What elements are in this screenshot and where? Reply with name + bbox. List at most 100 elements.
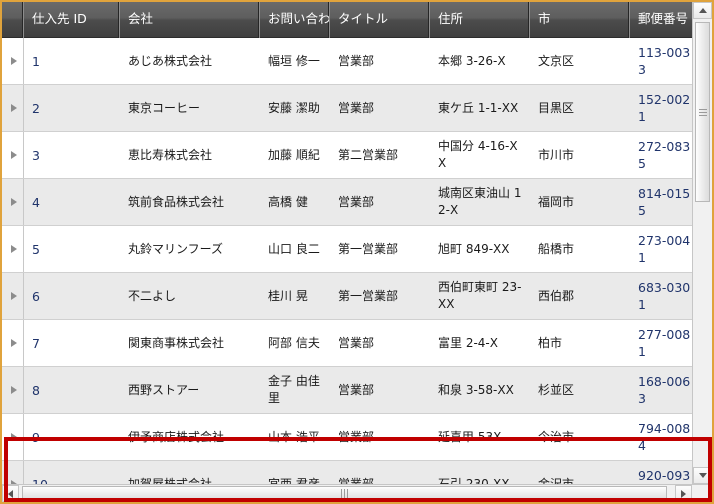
column-header-company[interactable]: 会社 [120, 2, 260, 38]
cell-city[interactable]: 今治市 [530, 414, 630, 460]
column-header-contact[interactable]: お問い合わせ先 [260, 2, 330, 38]
cell-address[interactable]: 中国分 4-16-XX [430, 132, 530, 178]
column-header-title[interactable]: タイトル [330, 2, 430, 38]
play-triangle-icon[interactable] [10, 57, 17, 65]
cell-address[interactable]: 和泉 3-58-XX [430, 367, 530, 413]
cell-city[interactable]: 西伯郡 [530, 273, 630, 319]
play-triangle-icon[interactable] [10, 339, 17, 347]
vertical-scrollbar-thumb[interactable] [695, 22, 710, 202]
cell-contact[interactable]: 高橋 健 [260, 179, 330, 225]
cell-address[interactable]: 城南区東油山 12-X [430, 179, 530, 225]
scroll-left-button[interactable] [2, 485, 19, 502]
cell-supplier_id[interactable]: 4 [24, 179, 120, 225]
cell-supplier_id[interactable]: 5 [24, 226, 120, 272]
table-row[interactable]: 2 東京コーヒー 安藤 潔助 営業部 東ケ丘 1-1-XX 目黒区 152-0021 [2, 85, 712, 132]
play-triangle-icon[interactable] [10, 151, 17, 159]
cell-city[interactable]: 文京区 [530, 38, 630, 84]
cell-address[interactable]: 旭町 849-XX [430, 226, 530, 272]
column-header-row: 仕入先 ID会社お問い合わせ先タイトル住所市郵便番号 [2, 2, 712, 38]
table-row[interactable]: 9 伊予商店株式会社 山本 浩平 営業部 延喜甲 53X 今治市 794-0084 [2, 414, 712, 461]
cell-address[interactable]: 延喜甲 53X [430, 414, 530, 460]
table-row[interactable]: 4 筑前食品株式会社 高橋 健営業部 城南区東油山 12-X 福岡市 814-0155 [2, 179, 712, 226]
vertical-scrollbar[interactable] [692, 2, 712, 484]
cell-company[interactable]: 恵比寿株式会社 [120, 132, 260, 178]
cell-supplier_id[interactable]: 8 [24, 367, 120, 413]
play-triangle-icon[interactable] [10, 433, 17, 441]
cell-title[interactable]: 営業部 [330, 320, 430, 366]
table-row[interactable]: 5 丸鈴マリンフーズ 山口 良二 第一営業部 旭町 849-XX 船橋市 273-0041 [2, 226, 712, 273]
cell-city[interactable]: 市川市 [530, 132, 630, 178]
data-rows-viewport[interactable]: 1 あじあ株式会社 幅垣 修一 営業部 本郷 3-26-X 文京区 113-0033 2 東京コ… [2, 38, 712, 488]
cell-supplier_id[interactable]: 1 [24, 38, 120, 84]
cell-title[interactable]: 第二営業部 [330, 132, 430, 178]
column-header-supplier_id[interactable]: 仕入先 ID [24, 2, 120, 38]
cell-contact[interactable]: 加藤 順紀 [260, 132, 330, 178]
play-triangle-icon[interactable] [10, 104, 17, 112]
cell-selector[interactable] [2, 132, 24, 178]
cell-company[interactable]: 不二よし [120, 273, 260, 319]
cell-contact[interactable]: 桂川 晃 [260, 273, 330, 319]
cell-company[interactable]: 西野ストアー [120, 367, 260, 413]
cell-contact[interactable]: 幅垣 修一 [260, 38, 330, 84]
table-row[interactable]: 8 西野ストアー 金子 由佳里 営業部 和泉 3-58-XX 杉並区 168-0063 [2, 367, 712, 414]
play-triangle-icon[interactable] [10, 386, 17, 394]
horizontal-scrollbar[interactable] [2, 484, 712, 502]
table-row[interactable]: 6 不二よし 桂川 晃第一営業部 西伯町東町 23-XX 西伯郡 683-0301 [2, 273, 712, 320]
cell-company[interactable]: 東京コーヒー [120, 85, 260, 131]
cell-contact[interactable]: 山口 良二 [260, 226, 330, 272]
cell-contact[interactable]: 金子 由佳里 [260, 367, 330, 413]
horizontal-scrollbar-thumb[interactable] [22, 486, 667, 501]
column-header-city[interactable]: 市 [530, 2, 630, 38]
cell-supplier_id[interactable]: 9 [24, 414, 120, 460]
column-header-address[interactable]: 住所 [430, 2, 530, 38]
cell-city[interactable]: 福岡市 [530, 179, 630, 225]
cell-contact[interactable]: 山本 浩平 [260, 414, 330, 460]
cell-city[interactable]: 目黒区 [530, 85, 630, 131]
cell-selector[interactable] [2, 367, 24, 413]
cell-address[interactable]: 西伯町東町 23-XX [430, 273, 530, 319]
cell-selector[interactable] [2, 179, 24, 225]
cell-company[interactable]: あじあ株式会社 [120, 38, 260, 84]
cell-selector[interactable] [2, 226, 24, 272]
cell-address[interactable]: 富里 2-4-X [430, 320, 530, 366]
cell-company[interactable]: 伊予商店株式会社 [120, 414, 260, 460]
cell-address[interactable]: 東ケ丘 1-1-XX [430, 85, 530, 131]
cell-supplier_id[interactable]: 6 [24, 273, 120, 319]
column-header-selector[interactable] [2, 2, 24, 38]
cell-selector[interactable] [2, 85, 24, 131]
table-row[interactable]: 3 恵比寿株式会社 加藤 順紀 第二営業部 中国分 4-16-XX 市川市 272-0835 [2, 132, 712, 179]
cell-selector[interactable] [2, 38, 24, 84]
scroll-down-button[interactable] [693, 467, 712, 484]
play-triangle-icon[interactable] [10, 245, 17, 253]
cell-title[interactable]: 営業部 [330, 85, 430, 131]
cell-title[interactable]: 第一営業部 [330, 273, 430, 319]
cell-company[interactable]: 丸鈴マリンフーズ [120, 226, 260, 272]
cell-supplier_id[interactable]: 2 [24, 85, 120, 131]
scroll-up-button[interactable] [693, 2, 712, 19]
cell-city[interactable]: 柏市 [530, 320, 630, 366]
cell-title[interactable]: 営業部 [330, 179, 430, 225]
cell-address[interactable]: 本郷 3-26-X [430, 38, 530, 84]
cell-company[interactable]: 関東商事株式会社 [120, 320, 260, 366]
scroll-right-button[interactable] [675, 485, 692, 502]
triangle-right-icon [681, 489, 686, 498]
cell-selector[interactable] [2, 414, 24, 460]
cell-supplier_id[interactable]: 7 [24, 320, 120, 366]
cell-company[interactable]: 筑前食品株式会社 [120, 179, 260, 225]
cell-title[interactable]: 営業部 [330, 367, 430, 413]
table-row[interactable]: 1 あじあ株式会社 幅垣 修一 営業部 本郷 3-26-X 文京区 113-0033 [2, 38, 712, 85]
cell-contact[interactable]: 安藤 潔助 [260, 85, 330, 131]
cell-supplier_id[interactable]: 3 [24, 132, 120, 178]
triangle-down-icon [698, 473, 707, 478]
cell-city[interactable]: 船橋市 [530, 226, 630, 272]
play-triangle-icon[interactable] [10, 292, 17, 300]
table-row[interactable]: 7 関東商事株式会社 阿部 信夫 営業部 富里 2-4-X 柏市 277-0081 [2, 320, 712, 367]
cell-city[interactable]: 杉並区 [530, 367, 630, 413]
cell-contact[interactable]: 阿部 信夫 [260, 320, 330, 366]
play-triangle-icon[interactable] [10, 198, 17, 206]
cell-selector[interactable] [2, 273, 24, 319]
cell-title[interactable]: 営業部 [330, 414, 430, 460]
cell-title[interactable]: 営業部 [330, 38, 430, 84]
cell-selector[interactable] [2, 320, 24, 366]
cell-title[interactable]: 第一営業部 [330, 226, 430, 272]
